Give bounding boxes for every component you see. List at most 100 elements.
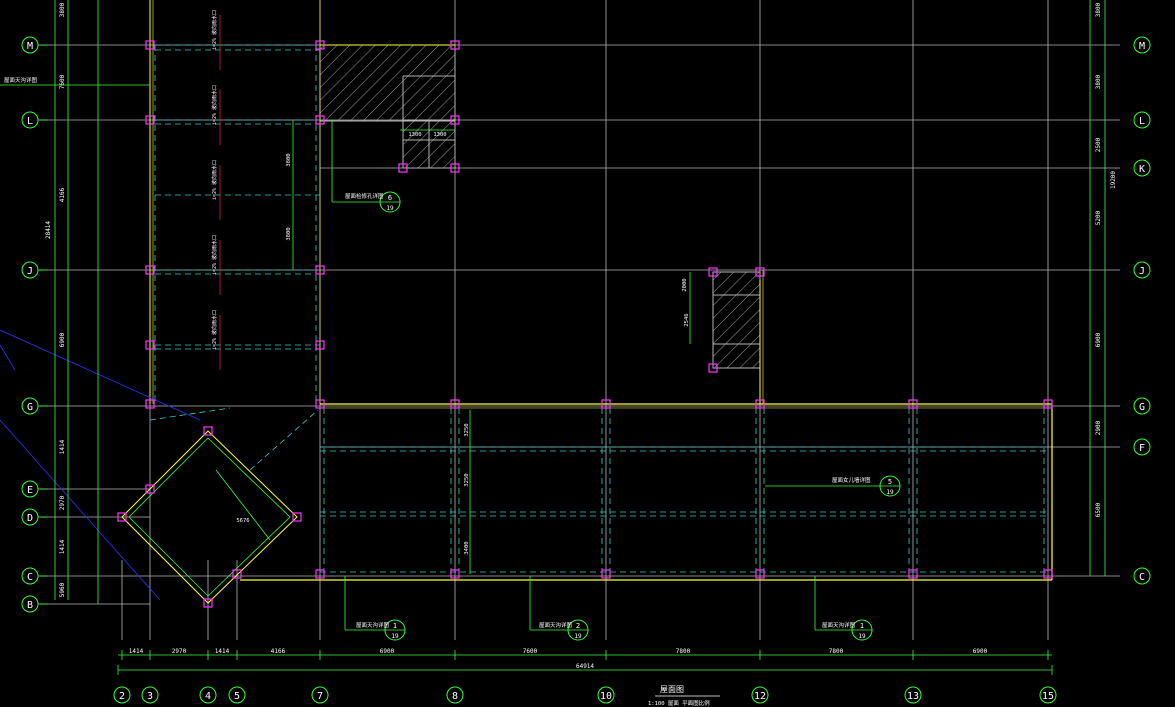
axis-bubble-bottom-label: 5 <box>234 691 240 702</box>
bottom-dim-text: 7800 <box>676 648 691 655</box>
cad-drawing: MLJGEDCBMLKJGFC2 3 4 5 7 8 10 12 13 15 3800760041… <box>0 0 1151 707</box>
axis-bubble-left-label: G <box>27 402 33 413</box>
axis-bubble-bottom-label: 8 <box>452 691 458 702</box>
slope-note: i=2% 坡向雨水口 <box>211 310 218 350</box>
left-dim-text: 6900 <box>59 332 66 347</box>
right-dim-text: 5200 <box>1095 210 1102 225</box>
detail-ref-sheet: 19 <box>574 633 582 640</box>
axis-bubble-bottom-label: 12 <box>754 691 766 702</box>
inner-dim-text: 3800 <box>286 153 292 166</box>
right-dim-text: 2900 <box>1095 420 1102 435</box>
detail-ref-sheet: 19 <box>391 633 399 640</box>
detail-ref-text: 屋面检修孔详图 <box>345 192 384 200</box>
dimension-lines <box>0 0 1106 675</box>
axis-bubble-bottom-label: 15 <box>1042 691 1054 702</box>
axis-bubble-right-label: G <box>1139 402 1145 413</box>
left-dim-text: 2970 <box>59 495 66 510</box>
inner-dim-text: 2000 <box>682 278 688 291</box>
right-dim-text: 6900 <box>1095 332 1102 347</box>
slope-note: i=2% 坡向雨水口 <box>211 160 218 200</box>
inner-dim-text: 2546 <box>684 313 690 326</box>
inner-dim-text: 1300 <box>433 132 446 138</box>
inner-dim-text: 3400 <box>464 541 470 554</box>
detail-ref-text: 屋面天沟详图 <box>356 621 390 629</box>
right-dim-text: 6500 <box>1095 502 1102 517</box>
bottom-dim-text: 7800 <box>829 648 844 655</box>
beam-dashed <box>249 409 319 471</box>
left-dim-text: 28414 <box>45 221 52 239</box>
right-dim-text: 19200 <box>1110 171 1117 189</box>
left-dim-text: 1414 <box>59 439 66 454</box>
right-dim-text: 3800 <box>1095 2 1102 17</box>
detail-ref-num: 1 <box>393 622 397 630</box>
axis-bubble-left-label: D <box>27 513 33 524</box>
detail-ref-text: 屋面天沟详图 <box>822 621 856 629</box>
right-dim-text: 3800 <box>1095 74 1102 89</box>
inner-dim-text: 3250 <box>464 473 470 486</box>
dim-line <box>215 469 271 541</box>
wall-outlines <box>121 0 1053 604</box>
detail-ref-sheet: 19 <box>386 205 394 212</box>
axis-bubble-bottom-label: 10 <box>600 691 612 702</box>
axis-bubble-bottom-label: 4 <box>205 691 211 702</box>
bottom-dim-text: 6900 <box>973 648 988 655</box>
inner-dim-text: 5676 <box>236 518 249 524</box>
bottom-dim-text: 1414 <box>129 648 144 655</box>
axis-bubble-right-label: M <box>1139 41 1145 52</box>
axis-bubble-bottom-label: 2 <box>119 691 125 702</box>
left-dim-text: 4166 <box>59 187 66 202</box>
right-dim-text: 2500 <box>1095 137 1102 152</box>
bottom-dim-text: 7600 <box>523 648 538 655</box>
detail-ref-text: 屋面天沟详图 <box>539 621 573 629</box>
axis-bubble-left-label: C <box>27 572 33 583</box>
bottom-dim-text: 2970 <box>172 648 187 655</box>
axis-bubble-right-label: C <box>1139 572 1145 583</box>
axis-bubble-bottom-label: 7 <box>317 691 323 702</box>
bottom-dim-text: 1414 <box>215 648 230 655</box>
detail-ref-num: 6 <box>388 194 392 202</box>
left-dim-text: 3800 <box>59 2 66 17</box>
left-callout-text: 屋面天沟详图 <box>4 76 38 84</box>
detail-ref-text: 屋面女儿墙详图 <box>832 476 871 484</box>
axis-bubble-right-label: J <box>1139 266 1145 277</box>
wall-rotated-square-inner <box>128 437 291 597</box>
inner-dim-text: 1300 <box>408 132 421 138</box>
left-dim-text: 7600 <box>59 74 66 89</box>
beam-dashed-lines <box>0 44 1048 601</box>
axis-bubble-bottom-label: 13 <box>907 691 919 702</box>
slope-note: i=2% 坡向雨水口 <box>211 10 218 50</box>
axis-bubble-right-label: K <box>1139 164 1145 175</box>
drawing-subtitle: 1:100 屋面 平面图比例 <box>648 699 710 707</box>
axis-bubble-left-label: J <box>27 266 33 277</box>
axis-bubble-left-label: B <box>27 600 33 611</box>
detail-ref-num: 5 <box>888 478 892 486</box>
slope-note: i=2% 坡向雨水口 <box>211 235 218 275</box>
left-dim-text: 5960 <box>59 582 66 597</box>
slope-note: i=2% 坡向雨水口 <box>211 85 218 125</box>
detail-ref-sheet: 19 <box>886 489 894 496</box>
bottom-total-text: 64914 <box>576 663 594 670</box>
detail-ref-num: 1 <box>860 622 864 630</box>
hatch-area <box>712 271 761 369</box>
bottom-dim-text: 6900 <box>380 648 395 655</box>
axis-bubble-left-label: L <box>27 116 33 127</box>
axis-bubble-left-label: M <box>27 41 33 52</box>
grid-lines <box>40 0 1120 640</box>
axis-bubbles: MLJGEDCBMLKJGFC2 3 4 5 7 8 10 12 13 15 <box>21 36 1151 704</box>
axis-bubble-bottom-label: 3 <box>147 691 153 702</box>
hatch-area <box>319 44 456 122</box>
left-dim-text: 1414 <box>59 539 66 554</box>
axis-bubble-left-label: E <box>27 485 33 496</box>
drawing-title: 屋面图 <box>660 685 684 694</box>
annotations: 3800 7600 4166 1414 2970 1414 5960 6900 28414 380… <box>4 2 1117 707</box>
inner-dim-text: 3800 <box>286 227 292 240</box>
columns <box>117 40 1053 608</box>
blue-line <box>0 344 16 371</box>
axis-bubble-right-label: F <box>1139 443 1145 454</box>
detail-ref-num: 2 <box>576 622 580 630</box>
detail-ref-sheet: 19 <box>858 633 866 640</box>
beam-dashed <box>149 407 231 421</box>
bottom-dim-text: 4166 <box>271 648 286 655</box>
axis-bubble-right-label: L <box>1139 116 1145 127</box>
inner-dim-text: 3250 <box>464 423 470 436</box>
